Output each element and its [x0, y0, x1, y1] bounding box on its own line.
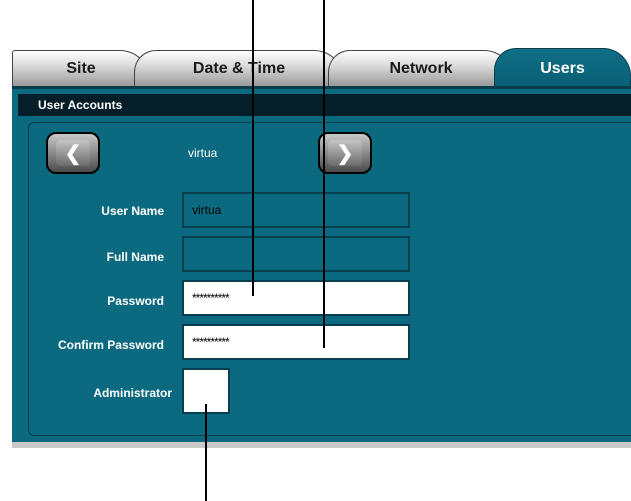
tab-site[interactable]: Site [12, 50, 150, 86]
panel-bottom-edge [12, 442, 631, 448]
current-user-name: virtua [188, 146, 218, 160]
next-user-button[interactable]: ❯ [318, 132, 372, 174]
password-callout-line [252, 0, 254, 296]
confirm-password-callout-line [323, 0, 325, 348]
user-name-label: User Name [101, 204, 164, 218]
chevron-left-icon: ❮ [56, 140, 90, 166]
administrator-label: Administrator [93, 386, 172, 400]
tab-date-time[interactable]: Date & Time [134, 50, 344, 86]
confirm-password-label: Confirm Password [57, 338, 164, 352]
password-field[interactable]: ********** [182, 280, 410, 316]
previous-user-button[interactable]: ❮ [46, 132, 100, 174]
administrator-callout-line [205, 404, 207, 501]
confirm-password-field[interactable]: ********** [182, 324, 410, 360]
tab-bar: Site Date & Time Network Users [12, 46, 631, 90]
tab-users[interactable]: Users [494, 48, 631, 88]
chevron-right-icon: ❯ [328, 140, 362, 166]
full-name-label: Full Name [106, 250, 164, 264]
user-name-field[interactable]: virtua [182, 192, 410, 228]
password-label: Password [107, 294, 164, 308]
tab-network[interactable]: Network [328, 50, 514, 86]
full-name-field[interactable] [182, 236, 410, 272]
